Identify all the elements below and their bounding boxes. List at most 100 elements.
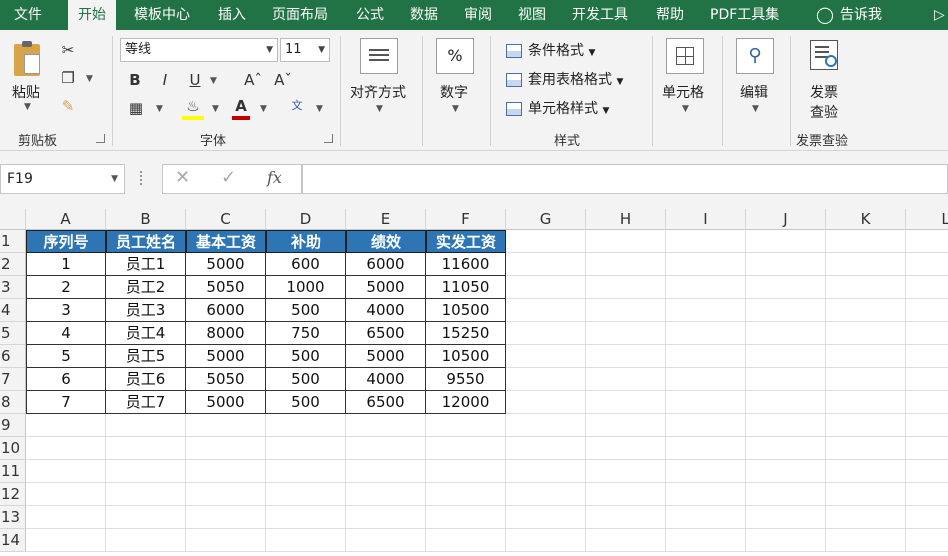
empty-cell[interactable] (906, 230, 948, 253)
empty-cell[interactable] (826, 345, 906, 368)
empty-cell[interactable] (186, 529, 266, 552)
row-header[interactable]: 6 (0, 345, 26, 368)
format-painter-icon[interactable]: ✎ (58, 96, 78, 116)
formula-input[interactable] (302, 164, 948, 194)
table-cell[interactable]: 员工1 (106, 253, 186, 276)
empty-cell[interactable] (346, 437, 426, 460)
empty-cell[interactable] (506, 529, 586, 552)
table-cell[interactable]: 6500 (346, 391, 426, 414)
table-cell[interactable]: 11600 (426, 253, 506, 276)
empty-cell[interactable] (746, 529, 826, 552)
table-cell[interactable]: 10500 (426, 299, 506, 322)
empty-cell[interactable] (826, 391, 906, 414)
table-cell[interactable]: 员工7 (106, 391, 186, 414)
empty-cell[interactable] (266, 506, 346, 529)
empty-cell[interactable] (106, 483, 186, 506)
empty-cell[interactable] (26, 437, 106, 460)
font-color-icon[interactable]: A (232, 96, 250, 120)
empty-cell[interactable] (266, 437, 346, 460)
table-cell[interactable]: 15250 (426, 322, 506, 345)
row-header[interactable]: 11 (0, 460, 26, 483)
empty-cell[interactable] (346, 506, 426, 529)
table-cell[interactable]: 500 (266, 299, 346, 322)
column-header[interactable]: H (586, 209, 666, 230)
empty-cell[interactable] (586, 368, 666, 391)
empty-cell[interactable] (746, 276, 826, 299)
row-header[interactable]: 3 (0, 276, 26, 299)
row-header[interactable]: 4 (0, 299, 26, 322)
conditional-format-button[interactable]: 条件格式 ▼ (506, 40, 595, 62)
empty-cell[interactable] (906, 460, 948, 483)
empty-cell[interactable] (106, 506, 186, 529)
row-header[interactable]: 8 (0, 391, 26, 414)
empty-cell[interactable] (586, 460, 666, 483)
empty-cell[interactable] (426, 414, 506, 437)
phonetic-dropdown-icon[interactable]: ▼ (316, 104, 323, 114)
editing-button[interactable]: ⚲ 编辑 ▼ (730, 38, 782, 124)
table-cell[interactable]: 5000 (186, 345, 266, 368)
table-cell[interactable]: 500 (266, 345, 346, 368)
row-header[interactable]: 10 (0, 437, 26, 460)
empty-cell[interactable] (506, 414, 586, 437)
tab-insert[interactable]: 插入 (208, 0, 256, 30)
empty-cell[interactable] (506, 253, 586, 276)
empty-cell[interactable] (666, 391, 746, 414)
insert-function-icon[interactable]: fx (267, 168, 282, 187)
number-button[interactable]: % 数字 ▼ (430, 38, 482, 124)
table-cell[interactable]: 员工5 (106, 345, 186, 368)
empty-cell[interactable] (746, 299, 826, 322)
grip-handle[interactable] (140, 171, 144, 185)
empty-cell[interactable] (186, 437, 266, 460)
fill-color-dropdown-icon[interactable]: ▼ (212, 104, 219, 114)
empty-cell[interactable] (426, 483, 506, 506)
row-header[interactable]: 1 (0, 230, 26, 253)
tab-developer[interactable]: 开发工具 (562, 0, 638, 30)
empty-cell[interactable] (586, 253, 666, 276)
empty-cell[interactable] (26, 483, 106, 506)
copy-icon[interactable]: ❐ (58, 68, 78, 88)
cancel-icon[interactable]: ✕ (175, 167, 190, 188)
empty-cell[interactable] (506, 437, 586, 460)
decrease-font-icon[interactable]: Aˇ (274, 70, 292, 90)
column-header[interactable]: D (266, 209, 346, 230)
font-size-select[interactable]: 11 ▼ (280, 38, 330, 62)
row-header[interactable]: 2 (0, 253, 26, 276)
empty-cell[interactable] (106, 529, 186, 552)
empty-cell[interactable] (346, 414, 426, 437)
invoice-check-button[interactable]: 发票 查验 (798, 38, 854, 124)
table-cell[interactable]: 6500 (346, 322, 426, 345)
empty-cell[interactable] (826, 437, 906, 460)
empty-cell[interactable] (666, 414, 746, 437)
empty-cell[interactable] (506, 322, 586, 345)
table-cell[interactable]: 11050 (426, 276, 506, 299)
empty-cell[interactable] (666, 276, 746, 299)
table-cell[interactable]: 600 (266, 253, 346, 276)
table-header-cell[interactable]: 基本工资 (186, 230, 266, 253)
table-cell[interactable]: 750 (266, 322, 346, 345)
empty-cell[interactable] (666, 483, 746, 506)
phonetic-guide-icon[interactable]: 文 (286, 96, 308, 116)
column-header[interactable]: I (666, 209, 746, 230)
empty-cell[interactable] (506, 391, 586, 414)
empty-cell[interactable] (906, 437, 948, 460)
empty-cell[interactable] (266, 529, 346, 552)
empty-cell[interactable] (666, 230, 746, 253)
table-header-cell[interactable]: 员工姓名 (106, 230, 186, 253)
empty-cell[interactable] (506, 368, 586, 391)
empty-cell[interactable] (186, 460, 266, 483)
empty-cell[interactable] (666, 368, 746, 391)
table-cell[interactable]: 1 (26, 253, 106, 276)
table-cell[interactable]: 6000 (346, 253, 426, 276)
empty-cell[interactable] (906, 299, 948, 322)
empty-cell[interactable] (746, 414, 826, 437)
empty-cell[interactable] (826, 529, 906, 552)
table-cell[interactable]: 1000 (266, 276, 346, 299)
fill-color-icon[interactable]: ♨ (182, 96, 204, 120)
empty-cell[interactable] (506, 345, 586, 368)
tab-page-layout[interactable]: 页面布局 (262, 0, 338, 30)
empty-cell[interactable] (826, 322, 906, 345)
table-cell[interactable]: 5 (26, 345, 106, 368)
empty-cell[interactable] (746, 483, 826, 506)
empty-cell[interactable] (426, 437, 506, 460)
table-cell[interactable]: 5000 (186, 391, 266, 414)
